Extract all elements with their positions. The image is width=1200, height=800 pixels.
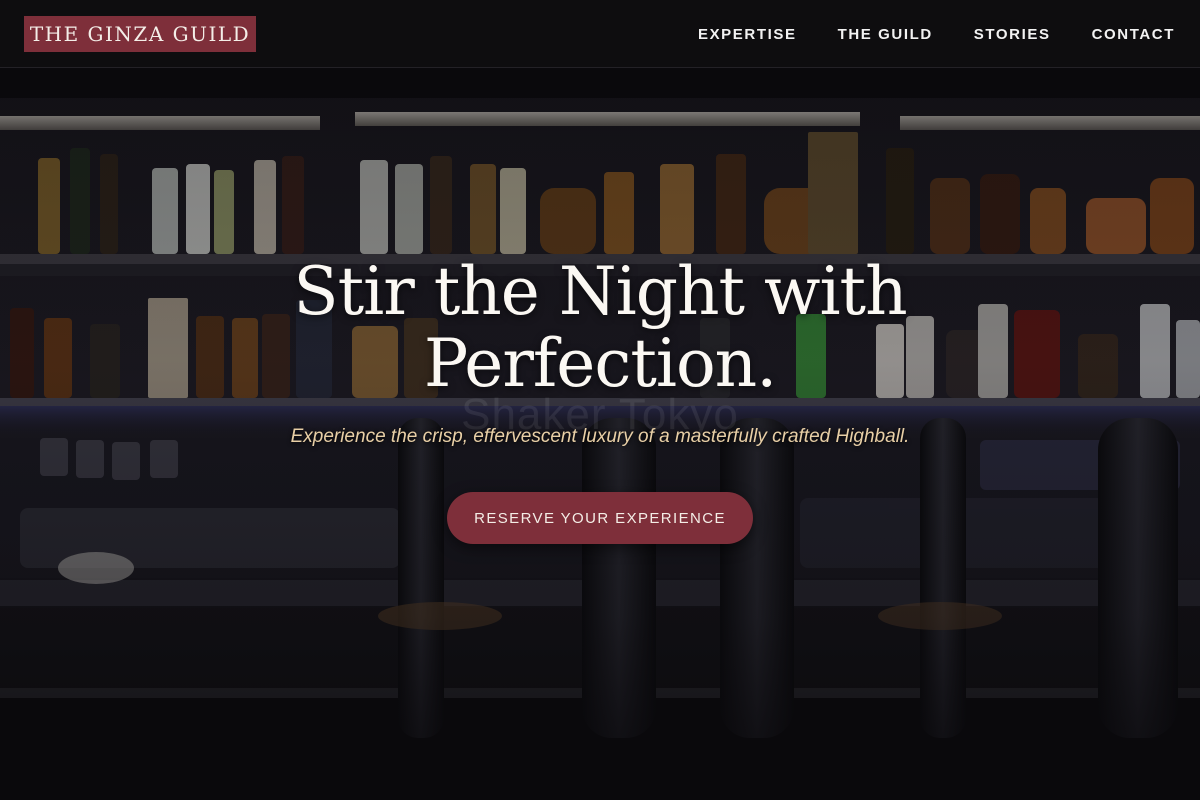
nav-item-the-guild[interactable]: THE GUILD [838, 26, 933, 43]
brand-logo[interactable]: THE GINZA GUILD [24, 16, 256, 52]
nav-item-stories[interactable]: STORIES [974, 26, 1051, 43]
hero-headline-line2: Perfection. [423, 325, 777, 402]
hero-headline: Stir the Night with Perfection. [0, 256, 1200, 400]
nav-item-contact[interactable]: CONTACT [1092, 26, 1175, 43]
hero-tagline: Experience the crisp, effervescent luxur… [290, 426, 910, 447]
site-header: THE GINZA GUILD EXPERTISE THE GUILD STOR… [0, 0, 1200, 68]
main-nav: EXPERTISE THE GUILD STORIES CONTACT [698, 0, 1175, 68]
hero-headline-line1: Stir the Night with [293, 253, 907, 330]
reserve-experience-button[interactable]: RESERVE YOUR EXPERIENCE [447, 492, 753, 544]
hero-section: Shaker Tokyo Stir the Night with Perfect… [0, 68, 1200, 800]
nav-item-expertise[interactable]: EXPERTISE [698, 26, 797, 43]
